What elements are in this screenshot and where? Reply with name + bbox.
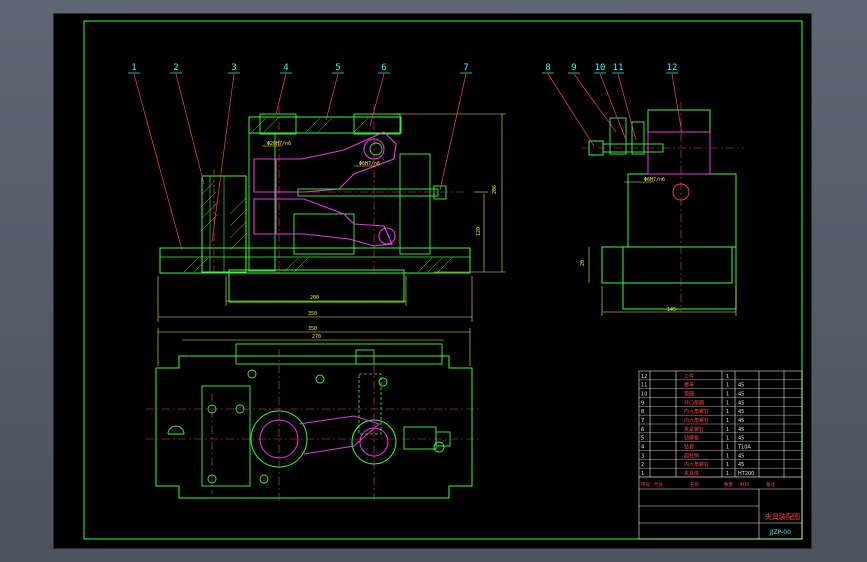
bom-cell-name: 夹具体	[684, 470, 699, 477]
bom-cell-mat: 45	[738, 462, 744, 468]
balloon-10: 10	[595, 63, 606, 73]
side-body	[627, 173, 737, 248]
bom-cell-name: 夹紧螺钉	[684, 426, 704, 433]
bom-cell-qty: 1	[726, 374, 729, 380]
svg-text:Φ6H7/n6: Φ6H7/n6	[359, 161, 380, 167]
balloon-11: 11	[613, 63, 624, 73]
bom-cell-no: 7	[641, 418, 644, 424]
svg-text:代号: 代号	[654, 481, 663, 488]
svg-text:200: 200	[310, 295, 319, 301]
balloon-1: 1	[131, 63, 136, 73]
balloon-4: 4	[283, 63, 288, 73]
clamp-screw	[297, 188, 439, 197]
balloon-5: 5	[335, 63, 340, 73]
bom-cell-qty: 1	[726, 462, 729, 468]
bom-cell-mat: T10A	[737, 445, 751, 451]
bom-cell-no: 9	[641, 400, 644, 406]
svg-text:Φ6H7/n6: Φ6H7/n6	[644, 177, 665, 183]
bom-cell-no: 8	[641, 409, 644, 415]
svg-text:数量: 数量	[724, 481, 733, 488]
bom-cell-qty: 1	[726, 445, 729, 451]
svg-text:350: 350	[308, 311, 317, 317]
fixture-base	[159, 247, 471, 274]
balloon-8: 8	[545, 63, 550, 73]
svg-text:Φ20H7/n6: Φ20H7/n6	[267, 141, 291, 147]
bom-cell-no: 10	[641, 392, 647, 398]
svg-text:备注: 备注	[766, 481, 775, 488]
bom-cell-mat: 45	[738, 392, 744, 398]
bom-cell-qty: 1	[726, 453, 729, 459]
front-view: 200 350 206 120 Φ20H7/n6 Φ6H7/n6	[157, 106, 506, 322]
bom-cell-name: 螺母	[684, 382, 694, 389]
balloon-3: 3	[231, 63, 236, 73]
bom-cell-mat: 45	[738, 409, 744, 415]
cad-canvas: 200 350 206 120 Φ20H7/n6 Φ6H7/n6 145 20 …	[83, 20, 803, 540]
bom-cell-no: 11	[641, 383, 647, 389]
balloon-7: 7	[463, 63, 468, 73]
bom-cell-no: 4	[641, 445, 644, 451]
bom-cell-name: 垫圈	[684, 391, 694, 398]
bom-cell-name: 内六角螺钉	[684, 461, 709, 468]
bom-cell-qty: 1	[726, 418, 729, 424]
drawing-sheet: 200 350 206 120 Φ20H7/n6 Φ6H7/n6 145 20 …	[54, 14, 811, 548]
bom-cell-mat: 45	[738, 383, 744, 389]
bom-cell-mat: HT200	[738, 471, 754, 477]
bom-rows: 12 工件 111 螺母 1 4510 垫圈 1 459 开口垫圈 1 458 内六角螺钉 1 457 内六角…	[639, 373, 802, 478]
balloon-6: 6	[381, 63, 386, 73]
bom-cell-qty: 1	[726, 436, 729, 442]
bom-cell-qty: 1	[726, 400, 729, 406]
bom-cell-mat: 45	[738, 400, 744, 406]
bom-cell-name: 钻模板	[684, 435, 699, 442]
bom-cell-qty: 1	[726, 471, 729, 477]
balloon-9: 9	[571, 63, 576, 73]
balloon-labels: 1 2 3 4 5 6 7 8 9 10 11 12	[128, 63, 678, 74]
drawing-title: 夹具装配图	[765, 512, 800, 521]
bom-cell-no: 1	[641, 471, 644, 477]
svg-text:350: 350	[308, 326, 317, 332]
side-top-plate	[647, 109, 711, 133]
bom-cell-name: 钻套	[684, 444, 694, 451]
svg-text:120: 120	[476, 227, 482, 236]
bom-cell-name: 内六角螺钉	[684, 408, 709, 415]
bom-cell-name: 工件	[684, 373, 694, 380]
bom-cell-mat: 45	[738, 418, 744, 424]
svg-text:206: 206	[492, 185, 498, 194]
bom-cell-no: 12	[641, 374, 647, 380]
svg-text:270: 270	[312, 334, 321, 340]
center-lines-front	[213, 106, 464, 276]
side-base	[601, 246, 733, 284]
bom-cell-mat: 45	[738, 436, 744, 442]
bom-cell-name: 圆柱销	[684, 452, 699, 459]
bom-cell-no: 6	[641, 427, 644, 433]
drawing-code: JJZP-00	[769, 529, 791, 536]
bom-cell-mat: 45	[738, 427, 744, 433]
svg-text:序号: 序号	[641, 481, 650, 488]
bom-cell-no: 3	[641, 453, 644, 459]
balloon-12: 12	[667, 63, 678, 73]
side-view: 145 20 Φ6H7/n6	[580, 102, 744, 316]
top-plate-outline	[235, 343, 443, 365]
side-workpiece	[647, 131, 711, 175]
bom-cell-qty: 1	[726, 383, 729, 389]
svg-text:145: 145	[667, 307, 676, 313]
bom-cell-name: 内六角螺钉	[684, 417, 709, 424]
balloon-2: 2	[173, 63, 178, 73]
svg-text:20: 20	[580, 260, 586, 266]
svg-text:名称: 名称	[690, 481, 699, 488]
bom-cell-qty: 1	[726, 392, 729, 398]
bom-cell-mat: 45	[738, 453, 744, 459]
bom-cell-qty: 1	[726, 427, 729, 433]
bom-cell-name: 开口垫圈	[684, 399, 704, 406]
center-lines-top	[146, 349, 482, 504]
bom-cell-no: 5	[641, 436, 644, 442]
leader-lines	[133, 73, 683, 251]
bom-cell-no: 2	[641, 462, 644, 468]
bom-cell-qty: 1	[726, 409, 729, 415]
svg-text:材料: 材料	[740, 481, 749, 488]
top-view: 350 270	[146, 326, 482, 504]
